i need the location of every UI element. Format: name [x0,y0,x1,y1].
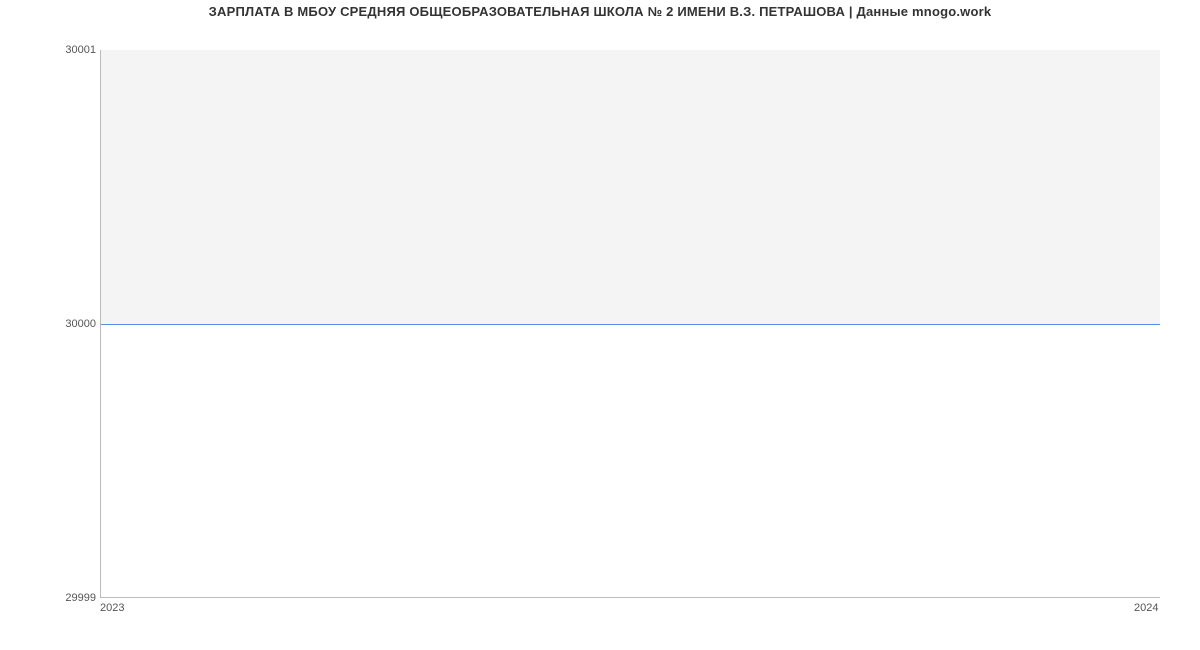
x-tick-start: 2023 [100,602,124,614]
plot-grid-upper [101,50,1160,324]
y-tick-bottom: 29999 [6,592,96,604]
chart-title: ЗАРПЛАТА В МБОУ СРЕДНЯЯ ОБЩЕОБРАЗОВАТЕЛЬ… [0,4,1200,19]
chart-container: ЗАРПЛАТА В МБОУ СРЕДНЯЯ ОБЩЕОБРАЗОВАТЕЛЬ… [0,0,1200,650]
y-tick-top: 30001 [6,44,96,56]
x-tick-end: 2024 [1134,602,1158,614]
plot-area [100,50,1160,598]
data-line [101,324,1160,325]
y-tick-mid: 30000 [6,318,96,330]
